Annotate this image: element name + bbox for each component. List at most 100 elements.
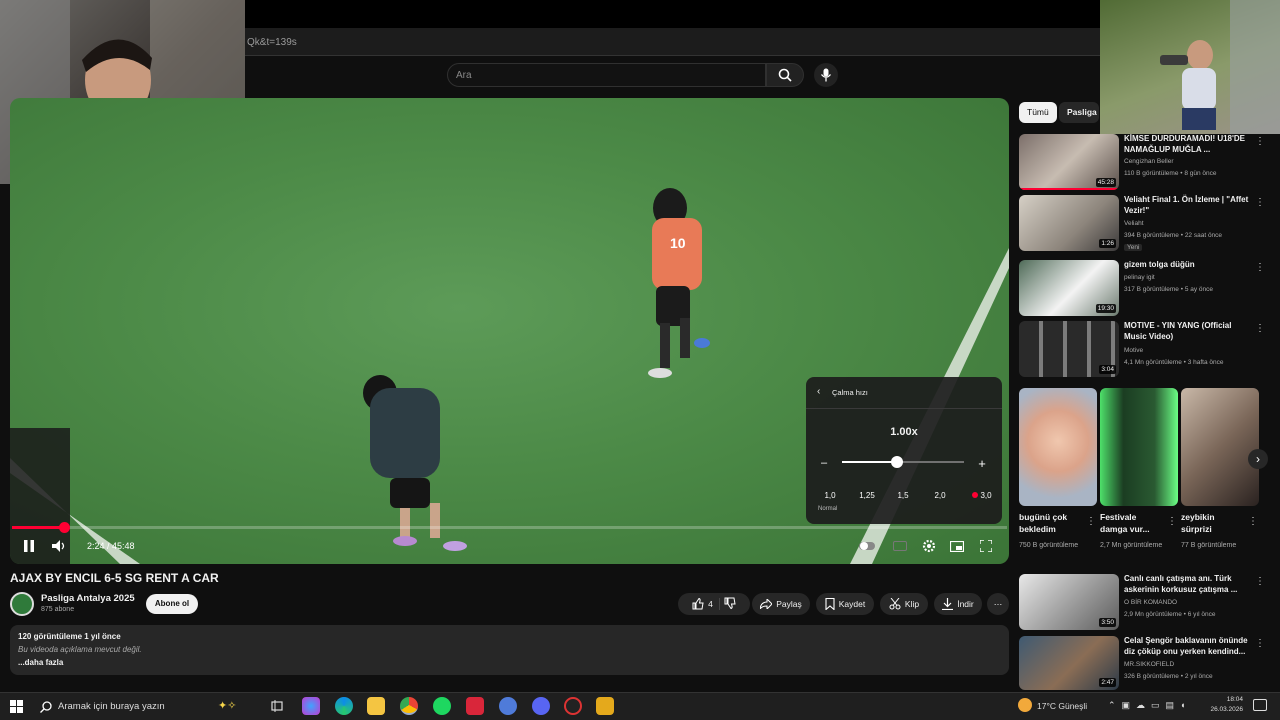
- fullscreen-button[interactable]: [977, 538, 995, 554]
- taskbar-search[interactable]: Aramak için buraya yazın ✦✧: [32, 696, 262, 718]
- search-icon: [778, 68, 792, 82]
- miniplayer-button[interactable]: [948, 538, 966, 554]
- short-thumbnail[interactable]: [1181, 388, 1259, 506]
- app-yellow-icon[interactable]: [596, 697, 614, 715]
- recommendation-item[interactable]: 3:04 MOTIVE - YIN YANG (Official Music V…: [1019, 321, 1269, 377]
- short-title[interactable]: Festivale damga vur...: [1100, 511, 1166, 535]
- chip-all[interactable]: Tümü: [1019, 102, 1057, 123]
- recommendation-item[interactable]: 3:50 Canlı canlı çatışma anı. Türk asker…: [1019, 574, 1269, 630]
- start-button[interactable]: [7, 697, 25, 715]
- chevron-right-icon: ›: [1256, 452, 1260, 466]
- channel-name: Veliaht: [1124, 220, 1144, 227]
- more-actions-button[interactable]: ⋯: [987, 593, 1009, 615]
- weather-text[interactable]: 17°C Güneşli: [1037, 701, 1087, 711]
- video-thumbnail[interactable]: 1:26: [1019, 195, 1119, 251]
- subtitles-button[interactable]: [891, 538, 909, 554]
- channel-avatar[interactable]: [10, 592, 34, 616]
- settings-button[interactable]: [920, 538, 938, 554]
- save-button[interactable]: Kaydet: [816, 593, 874, 615]
- pause-button[interactable]: [20, 538, 38, 554]
- more-vertical-icon[interactable]: ⋮: [1255, 197, 1265, 208]
- obs-icon[interactable]: [564, 697, 582, 715]
- channel-name[interactable]: Pasliga Antalya 2025: [41, 593, 135, 604]
- autoplay-icon: [859, 542, 875, 550]
- speed-slider[interactable]: [842, 456, 964, 468]
- view-info: 2,9 Mn görüntüleme • 6 yıl önce: [1124, 611, 1216, 618]
- download-button[interactable]: İndir: [934, 593, 982, 615]
- copilot-icon[interactable]: [302, 697, 320, 715]
- short-thumbnail[interactable]: [1100, 388, 1178, 506]
- speed-decrease-button[interactable]: –: [816, 455, 832, 471]
- recommendation-item[interactable]: 2:47 Celal Şengör baklavanın önünde diz …: [1019, 636, 1269, 690]
- more-vertical-icon[interactable]: ⋮: [1255, 638, 1265, 649]
- taskbar-clock[interactable]: 18:04 26.03.2026: [1198, 695, 1243, 715]
- subscriber-count: 875 abone: [41, 606, 75, 613]
- address-bar[interactable]: Qk&t=139s: [245, 28, 1100, 56]
- autoplay-toggle[interactable]: [858, 538, 876, 554]
- more-vertical-icon[interactable]: ⋮: [1255, 262, 1265, 273]
- clock-date: 26.03.2026: [1210, 706, 1243, 713]
- speed-slider-handle[interactable]: [890, 456, 903, 468]
- short-thumbnail[interactable]: [1019, 388, 1097, 506]
- clip-button[interactable]: Klip: [880, 593, 928, 615]
- recommendation-item[interactable]: 1:26 Veliaht Final 1. Ön İzleme | "Affet…: [1019, 195, 1269, 253]
- notification-icon[interactable]: [1253, 699, 1267, 711]
- description-box[interactable]: 120 görüntüleme 1 yıl önce Bu videoda aç…: [10, 625, 1009, 675]
- task-view-button[interactable]: [268, 697, 286, 715]
- chip-pasliga[interactable]: Pasliga A: [1059, 102, 1099, 123]
- app-settings-icon[interactable]: [499, 697, 517, 715]
- system-tray-icons[interactable]: ⌃▣☁▭▤◖: [1108, 700, 1192, 711]
- video-player[interactable]: 10 ‹ Çalma hızı 1.00x – + 1,0 1,25 1,5 2…: [10, 98, 1009, 564]
- back-arrow-icon[interactable]: ‹: [817, 386, 820, 397]
- subscribe-button[interactable]: Abone ol: [146, 594, 198, 614]
- speed-preset-2-0[interactable]: 2,0: [924, 489, 956, 503]
- edge-icon[interactable]: [335, 697, 353, 715]
- spotify-icon[interactable]: [433, 697, 451, 715]
- more-vertical-icon[interactable]: ⋮: [1255, 323, 1265, 334]
- shorts-next-button[interactable]: ›: [1248, 449, 1268, 469]
- video-thumbnail[interactable]: 19:30: [1019, 260, 1119, 316]
- more-vertical-icon[interactable]: ⋮: [1255, 576, 1265, 587]
- more-vertical-icon[interactable]: ⋮: [1248, 516, 1258, 527]
- dislike-button[interactable]: [724, 597, 736, 611]
- like-button[interactable]: 4: [692, 598, 720, 610]
- speed-panel-header[interactable]: ‹ Çalma hızı: [806, 377, 1002, 409]
- search-input[interactable]: Ara: [447, 63, 766, 87]
- voice-search-button[interactable]: [814, 63, 838, 87]
- more-vertical-icon[interactable]: ⋮: [1167, 516, 1177, 527]
- video-title: gizem tolga düğün: [1124, 260, 1195, 269]
- chrome-icon[interactable]: [400, 697, 418, 715]
- more-vertical-icon[interactable]: ⋮: [1255, 136, 1265, 147]
- fullscreen-icon: [980, 540, 992, 552]
- app-red-icon[interactable]: [466, 697, 484, 715]
- sparkle-icon: ✦✧: [218, 700, 237, 712]
- video-thumbnail[interactable]: 2:47: [1019, 636, 1119, 690]
- browser-top-bar: [245, 0, 1100, 28]
- duration-badge: 3:50: [1099, 618, 1116, 627]
- speed-preset-1-25[interactable]: 1,25: [851, 489, 883, 503]
- speed-slider-fill: [842, 461, 897, 463]
- video-progress-bar[interactable]: [12, 522, 1007, 533]
- share-button[interactable]: Paylaş: [752, 593, 810, 615]
- file-explorer-icon[interactable]: [367, 697, 385, 715]
- short-title[interactable]: bugünü çok bekledim: [1019, 511, 1085, 535]
- more-vertical-icon[interactable]: ⋮: [1086, 516, 1096, 527]
- video-thumbnail[interactable]: 3:50: [1019, 574, 1119, 630]
- video-title: Veliaht Final 1. Ön İzleme | "Affet Vezi…: [1124, 195, 1249, 215]
- speed-preset-3-0[interactable]: 3,0: [966, 489, 998, 503]
- recommendation-item[interactable]: 19:30 gizem tolga düğün pelinay igit 317…: [1019, 260, 1269, 316]
- url-text: Qk&t=139s: [247, 37, 297, 48]
- duration-badge: 3:04: [1099, 365, 1116, 374]
- discord-icon[interactable]: [532, 697, 550, 715]
- video-thumbnail[interactable]: 3:04: [1019, 321, 1119, 377]
- speed-increase-button[interactable]: +: [974, 455, 990, 471]
- video-thumbnail[interactable]: 45:28: [1019, 134, 1119, 190]
- speed-preset-1-5[interactable]: 1,5: [887, 489, 919, 503]
- short-title[interactable]: zeybikin sürprizi: [1181, 511, 1247, 535]
- show-more-link[interactable]: ...daha fazla: [18, 658, 1001, 667]
- recommendation-item[interactable]: 45:28 KİMSE DURDURAMADI! U18'DE NAMAĞLUP…: [1019, 134, 1269, 190]
- search-button[interactable]: [766, 63, 804, 87]
- volume-button[interactable]: [50, 538, 68, 554]
- progress-scrubber[interactable]: [58, 522, 70, 533]
- speed-preset-1-0[interactable]: 1,0: [814, 489, 846, 503]
